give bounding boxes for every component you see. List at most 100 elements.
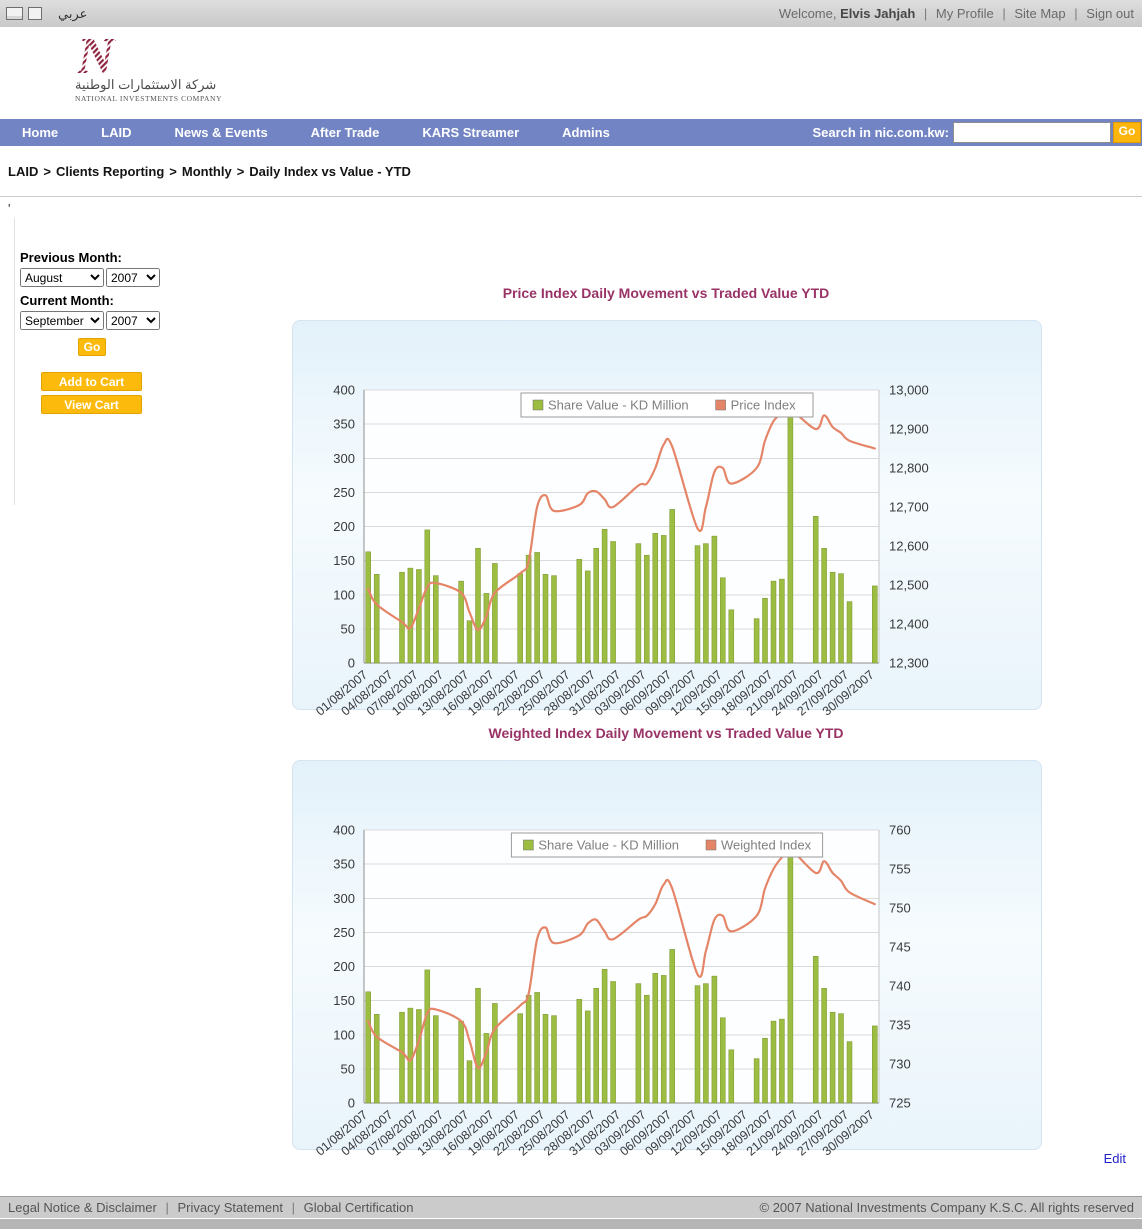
svg-text:350: 350	[333, 417, 355, 432]
breadcrumb-separator: >	[169, 164, 177, 179]
top-utility-bar: عربي Welcome, Elvis Jahjah | My Profile …	[0, 0, 1142, 27]
svg-text:12,500: 12,500	[889, 578, 929, 593]
search-input[interactable]	[953, 122, 1111, 143]
svg-text:50: 50	[341, 621, 355, 636]
breadcrumb-clients-reporting[interactable]: Clients Reporting	[56, 164, 164, 179]
nav-item-kars-streamer[interactable]: KARS Streamer	[422, 125, 519, 140]
privacy-statement-link[interactable]: Privacy Statement	[177, 1200, 283, 1215]
breadcrumb-separator: >	[43, 164, 51, 179]
svg-text:725: 725	[889, 1096, 911, 1111]
svg-text:745: 745	[889, 940, 911, 955]
svg-text:0: 0	[348, 656, 355, 671]
breadcrumb-laid[interactable]: LAID	[8, 164, 38, 179]
welcome-text: Welcome, Elvis Jahjah	[779, 6, 915, 21]
nav-item-after-trade[interactable]: After Trade	[311, 125, 380, 140]
price-index-chart: 05010015020025030035040012,30012,40012,5…	[292, 320, 1042, 710]
svg-text:13,000: 13,000	[889, 383, 929, 398]
current-month-select[interactable]: September	[20, 311, 104, 330]
nav-item-home[interactable]: Home	[22, 125, 58, 140]
svg-text:400: 400	[333, 383, 355, 398]
current-month-label: Current Month:	[20, 293, 180, 308]
window-icons-group	[6, 7, 42, 20]
svg-text:740: 740	[889, 979, 911, 994]
breadcrumb-separator: >	[237, 164, 245, 179]
svg-text:300: 300	[333, 891, 355, 906]
previous-month-select[interactable]: August	[20, 268, 104, 287]
stray-character: '	[8, 201, 10, 216]
divider	[14, 218, 15, 505]
breadcrumb-monthly[interactable]: Monthly	[182, 164, 232, 179]
svg-text:250: 250	[333, 925, 355, 940]
svg-text:735: 735	[889, 1018, 911, 1033]
go-button[interactable]: Go	[78, 338, 106, 356]
search-go-button[interactable]: Go	[1113, 122, 1141, 143]
weighted-index-chart-title: Weighted Index Daily Movement vs Traded …	[292, 726, 1040, 741]
svg-text:0: 0	[348, 1096, 355, 1111]
company-name-english: NATIONAL INVESTMENTS COMPANY	[75, 94, 199, 103]
price-index-chart-title: Price Index Daily Movement vs Traded Val…	[292, 286, 1040, 301]
svg-text:Share Value - KD Million: Share Value - KD Million	[548, 398, 689, 413]
svg-text:100: 100	[333, 587, 355, 602]
svg-text:200: 200	[333, 519, 355, 534]
weighted-index-chart: 0 50 100 150 200 250 300 350 400 725 730 735 740 745 7…	[292, 760, 1042, 1150]
svg-text:200: 200	[333, 959, 355, 974]
nav-item-admins[interactable]: Admins	[562, 125, 610, 140]
sign-out-link[interactable]: Sign out	[1086, 6, 1134, 21]
wide-window-icon[interactable]	[6, 7, 23, 20]
view-cart-button[interactable]: View Cart	[41, 395, 142, 414]
separator: |	[1002, 6, 1005, 21]
svg-text:150: 150	[333, 993, 355, 1008]
username: Elvis Jahjah	[840, 6, 915, 21]
svg-text:100: 100	[333, 1027, 355, 1042]
company-logo[interactable]: N شركة الاستثمارات الوطنية NATIONAL INVE…	[75, 30, 199, 103]
breadcrumb-current-page: Daily Index vs Value - YTD	[249, 164, 411, 179]
site-map-link[interactable]: Site Map	[1014, 6, 1065, 21]
price-index-chart-section: Price Index Daily Movement vs Traded Val…	[292, 286, 1040, 710]
svg-text:12,600: 12,600	[889, 539, 929, 554]
breadcrumb: LAID > Clients Reporting > Monthly > Dai…	[0, 147, 1142, 197]
svg-text:12,700: 12,700	[889, 500, 929, 515]
narrow-window-icon[interactable]	[28, 7, 42, 20]
add-to-cart-button[interactable]: Add to Cart	[41, 372, 142, 391]
current-year-select[interactable]: 2007	[106, 311, 160, 330]
nav-item-laid[interactable]: LAID	[101, 125, 131, 140]
svg-text:Weighted Index: Weighted Index	[721, 838, 812, 853]
svg-text:300: 300	[333, 451, 355, 466]
svg-text:Share Value - KD Million: Share Value - KD Million	[538, 838, 679, 853]
svg-text:730: 730	[889, 1057, 911, 1072]
separator: |	[165, 1200, 168, 1215]
search-label: Search in nic.com.kw:	[812, 125, 949, 140]
my-profile-link[interactable]: My Profile	[936, 6, 994, 21]
svg-text:400: 400	[333, 823, 355, 838]
svg-text:12,900: 12,900	[889, 422, 929, 437]
svg-text:350: 350	[333, 857, 355, 872]
separator: |	[292, 1200, 295, 1215]
separator: |	[924, 6, 927, 21]
svg-text:755: 755	[889, 862, 911, 877]
previous-year-select[interactable]: 2007	[106, 268, 160, 287]
legal-notice-link[interactable]: Legal Notice & Disclaimer	[8, 1200, 157, 1215]
main-nav-bar: Home LAID News & Events After Trade KARS…	[0, 119, 1142, 146]
nav-item-news-events[interactable]: News & Events	[174, 125, 267, 140]
company-name-arabic: شركة الاستثمارات الوطنية	[75, 78, 199, 92]
svg-text:750: 750	[889, 901, 911, 916]
copyright-text: © 2007 National Investments Company K.S.…	[760, 1200, 1134, 1215]
separator: |	[1074, 6, 1077, 21]
previous-month-label: Previous Month:	[20, 250, 180, 265]
nic-logo-icon: N	[75, 30, 123, 78]
svg-text:50: 50	[341, 1061, 355, 1076]
svg-text:Price Index: Price Index	[731, 398, 797, 413]
edit-link[interactable]: Edit	[1104, 1151, 1126, 1166]
global-certification-link[interactable]: Global Certification	[304, 1200, 414, 1215]
svg-text:760: 760	[889, 823, 911, 838]
svg-text:N: N	[76, 30, 117, 78]
user-session-area: Welcome, Elvis Jahjah | My Profile | Sit…	[779, 6, 1134, 21]
weighted-index-chart-section: Weighted Index Daily Movement vs Traded …	[292, 726, 1040, 1150]
arabic-language-link[interactable]: عربي	[58, 6, 87, 22]
footer: Legal Notice & Disclaimer | Privacy Stat…	[0, 1196, 1142, 1218]
svg-text:12,300: 12,300	[889, 656, 929, 671]
footer-bottom-strip	[0, 1219, 1142, 1229]
svg-text:150: 150	[333, 553, 355, 568]
svg-text:12,800: 12,800	[889, 461, 929, 476]
report-controls-sidebar: Previous Month: August 2007 Current Mont…	[20, 250, 180, 414]
